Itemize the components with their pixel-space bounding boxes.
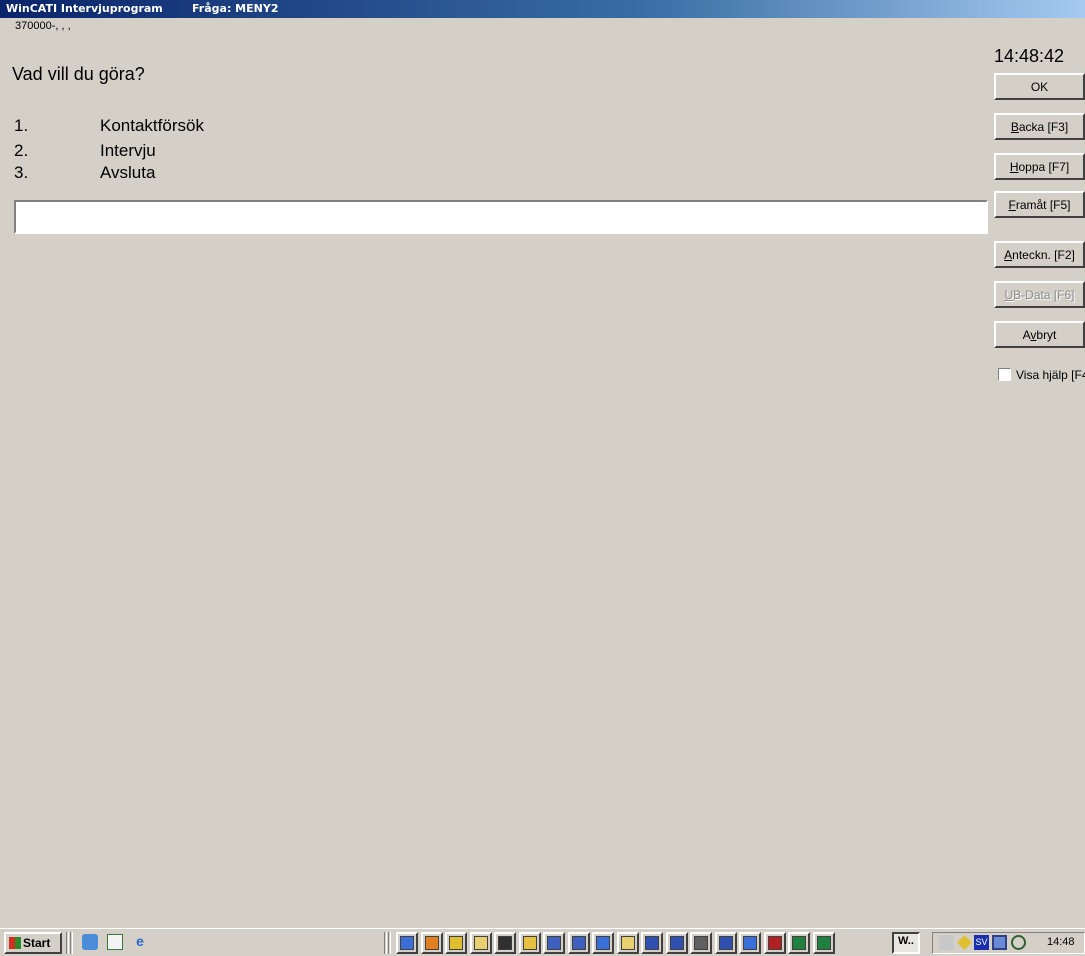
task-button[interactable] (739, 932, 761, 954)
mail-icon (621, 936, 635, 950)
show-help-checkbox[interactable]: Visa hjälp [F4] (998, 368, 1085, 382)
option-label: Avsluta (100, 163, 156, 182)
app-title: WinCATI Intervjuprogram (6, 2, 163, 15)
task-button[interactable] (666, 932, 688, 954)
task-button[interactable] (690, 932, 712, 954)
wincati-icon (768, 936, 782, 950)
hoppa-button[interactable]: Hoppa [F7] (994, 153, 1085, 180)
task-button[interactable] (641, 932, 663, 954)
start-label: Start (23, 936, 51, 950)
accel-key: p (1061, 368, 1068, 382)
question-text: Vad vill du göra? (12, 64, 145, 84)
divider (384, 932, 387, 954)
option-number: 1. (14, 116, 29, 135)
task-button[interactable] (764, 932, 786, 954)
question-title: Fråga: MENY2 (192, 2, 279, 15)
ok-label: OK (1030, 80, 1049, 94)
task-button[interactable] (445, 932, 467, 954)
internet-explorer-icon (400, 936, 414, 950)
windows-icon (572, 936, 586, 950)
task-button[interactable] (543, 932, 565, 954)
task-button[interactable] (617, 932, 639, 954)
task-button[interactable] (470, 932, 492, 954)
accel-key: A (1004, 248, 1013, 262)
ok-button[interactable]: OK (994, 73, 1085, 100)
internet-explorer-icon[interactable]: e (132, 934, 148, 950)
task-button[interactable] (813, 932, 835, 954)
word-doc-icon (670, 936, 684, 950)
desktop-icon[interactable] (82, 934, 98, 950)
lock-icon (498, 936, 512, 950)
framat-button[interactable]: Framåt [F5] (994, 191, 1085, 218)
mail-icon (474, 936, 488, 950)
word-doc-icon (719, 936, 733, 950)
excel-icon (792, 936, 806, 950)
folder-icon (523, 936, 537, 950)
task-button[interactable] (421, 932, 443, 954)
checkbox-label: [F4] (1071, 368, 1085, 382)
accel-key: U (1004, 288, 1014, 302)
word-doc-icon (645, 936, 659, 950)
backa-button[interactable]: Backa [F3] (994, 113, 1085, 140)
avbryt-button[interactable]: Avbryt (994, 321, 1085, 348)
divider (70, 932, 73, 954)
button-label: bryt (1036, 328, 1057, 342)
tray-clock: 14:48 (1047, 936, 1075, 948)
checkbox-box[interactable] (998, 368, 1011, 381)
record-id: 370000-, , , (15, 20, 71, 32)
button-label: oppa [F7] (1018, 160, 1070, 174)
pen-icon[interactable] (957, 935, 972, 950)
option-number: 2. (14, 141, 29, 160)
button-label: B-Data [F6] (1013, 288, 1075, 302)
clock: 14:48:42 (994, 46, 1065, 66)
window-icon (547, 936, 561, 950)
option-label: Kontaktförsök (100, 116, 204, 135)
notepad-icon[interactable] (107, 934, 123, 950)
start-button[interactable]: Start (4, 932, 62, 954)
internet-explorer-icon (743, 936, 757, 950)
task-button[interactable] (715, 932, 737, 954)
task-button-active[interactable]: W.. (892, 932, 920, 954)
option-number: 3. (14, 163, 29, 182)
sun-icon (449, 936, 463, 950)
accel-key: B (1010, 120, 1019, 134)
task-button[interactable] (568, 932, 590, 954)
task-button[interactable] (396, 932, 418, 954)
windows-logo-icon (9, 937, 21, 949)
excel-icon (817, 936, 831, 950)
clock-icon (425, 936, 439, 950)
ub-data-button[interactable]: UB-Data [F6] (994, 281, 1085, 308)
title-bar: WinCATI Intervjuprogram Fråga: MENY2 (0, 0, 1085, 18)
task-button[interactable] (592, 932, 614, 954)
checkbox-label: Visa hjäl (1016, 368, 1062, 382)
task-button[interactable] (788, 932, 810, 954)
monitor-icon[interactable] (992, 935, 1007, 950)
divider (66, 932, 69, 954)
task-label: W.. (898, 935, 914, 947)
anteckn-button[interactable]: Anteckn. [F2] (994, 241, 1085, 268)
button-label: ramåt [F5] (1015, 198, 1071, 212)
answer-input[interactable] (14, 200, 988, 234)
volume-icon[interactable] (939, 935, 954, 950)
internet-explorer-icon (596, 936, 610, 950)
clock-icon[interactable] (1011, 935, 1026, 950)
taskbar: Start e W.. SV 14:48 (0, 928, 1085, 956)
button-label: acka [F3] (1018, 120, 1069, 134)
language-indicator[interactable]: SV (974, 935, 989, 950)
task-button[interactable] (519, 932, 541, 954)
system-tray: SV 14:48 (932, 932, 1085, 954)
divider (388, 932, 391, 954)
button-label: nteckn. [F2] (1012, 248, 1075, 262)
terminal-icon (694, 936, 708, 950)
option-label: Intervju (100, 141, 156, 160)
task-button[interactable] (494, 932, 516, 954)
accel-key: F (1008, 198, 1016, 212)
